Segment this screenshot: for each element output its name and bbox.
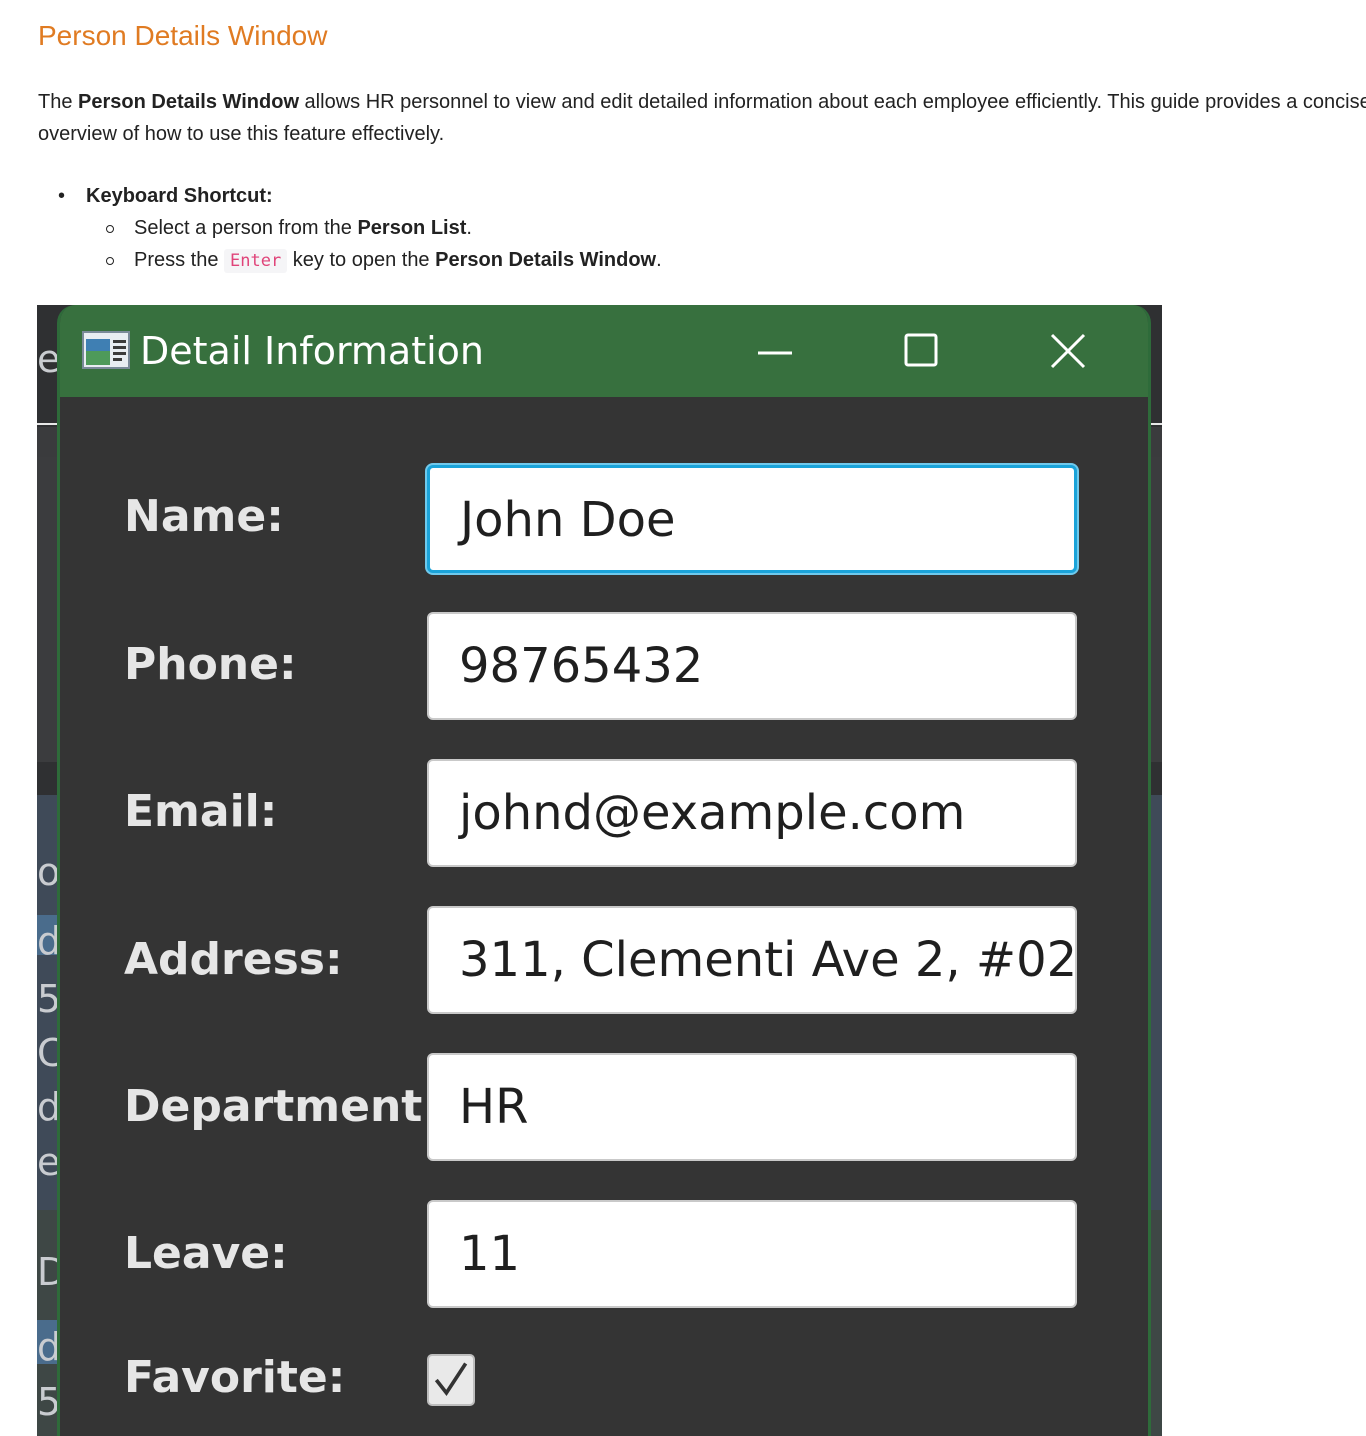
close-icon[interactable] <box>1046 329 1090 373</box>
name-field[interactable]: John Doe <box>427 465 1077 573</box>
shortcut-item: Keyboard Shortcut: Select a person from … <box>38 180 662 277</box>
section-heading: Person Details Window <box>38 20 328 51</box>
step2-mid: key to open the <box>287 249 436 271</box>
minimize-icon[interactable] <box>754 329 798 373</box>
favorite-label: Favorite: <box>124 1352 346 1403</box>
name-label: Name: <box>124 491 284 542</box>
window-title: Detail Information <box>140 329 484 373</box>
step2-bold: Person Details Window <box>435 249 657 271</box>
favorite-checkbox[interactable] <box>427 1354 475 1406</box>
shortcut-step-1: Select a person from the Person List. <box>86 212 662 244</box>
address-field[interactable]: 311, Clementi Ave 2, #02-25 <box>427 906 1077 1014</box>
intro-feature-name: Person Details Window <box>78 91 299 113</box>
step1-post: . <box>466 217 472 239</box>
intro-the: The <box>38 91 79 113</box>
shortcut-steps: Select a person from the Person List. Pr… <box>86 212 662 277</box>
app-window-icon <box>82 331 130 369</box>
intro-paragraph: The Person Details Window allows HR pers… <box>38 86 1366 150</box>
leave-label: Leave: <box>124 1228 288 1279</box>
window-titlebar[interactable]: Detail Information <box>60 305 1148 397</box>
phone-field[interactable]: 98765432 <box>427 612 1077 720</box>
checkmark-icon <box>434 1362 468 1396</box>
step2-post: . <box>656 249 662 271</box>
step2-pre: Press the <box>134 249 225 271</box>
maximize-icon[interactable] <box>900 329 944 373</box>
email-label: Email: <box>124 786 278 837</box>
leave-field[interactable]: 11 <box>427 1200 1077 1308</box>
detail-window: Detail Information Name: John Doe Phone:… <box>57 305 1151 1436</box>
shortcut-list: Keyboard Shortcut: Select a person from … <box>38 180 662 277</box>
email-field[interactable]: johnd@example.com <box>427 759 1077 867</box>
enter-key-code: Enter <box>224 249 288 273</box>
department-label: Department: <box>124 1081 440 1132</box>
shortcut-title: Keyboard Shortcut: <box>86 185 273 207</box>
department-field[interactable]: HR <box>427 1053 1077 1161</box>
step1-bold: Person List <box>357 217 467 239</box>
step1-pre: Select a person from the <box>134 217 358 239</box>
address-label: Address: <box>124 934 343 985</box>
phone-label: Phone: <box>124 639 297 690</box>
shortcut-step-2: Press the Enter key to open the Person D… <box>86 244 662 277</box>
screenshot: er o d 55 C d e Do d 55 Detail Informati… <box>37 305 1162 1436</box>
